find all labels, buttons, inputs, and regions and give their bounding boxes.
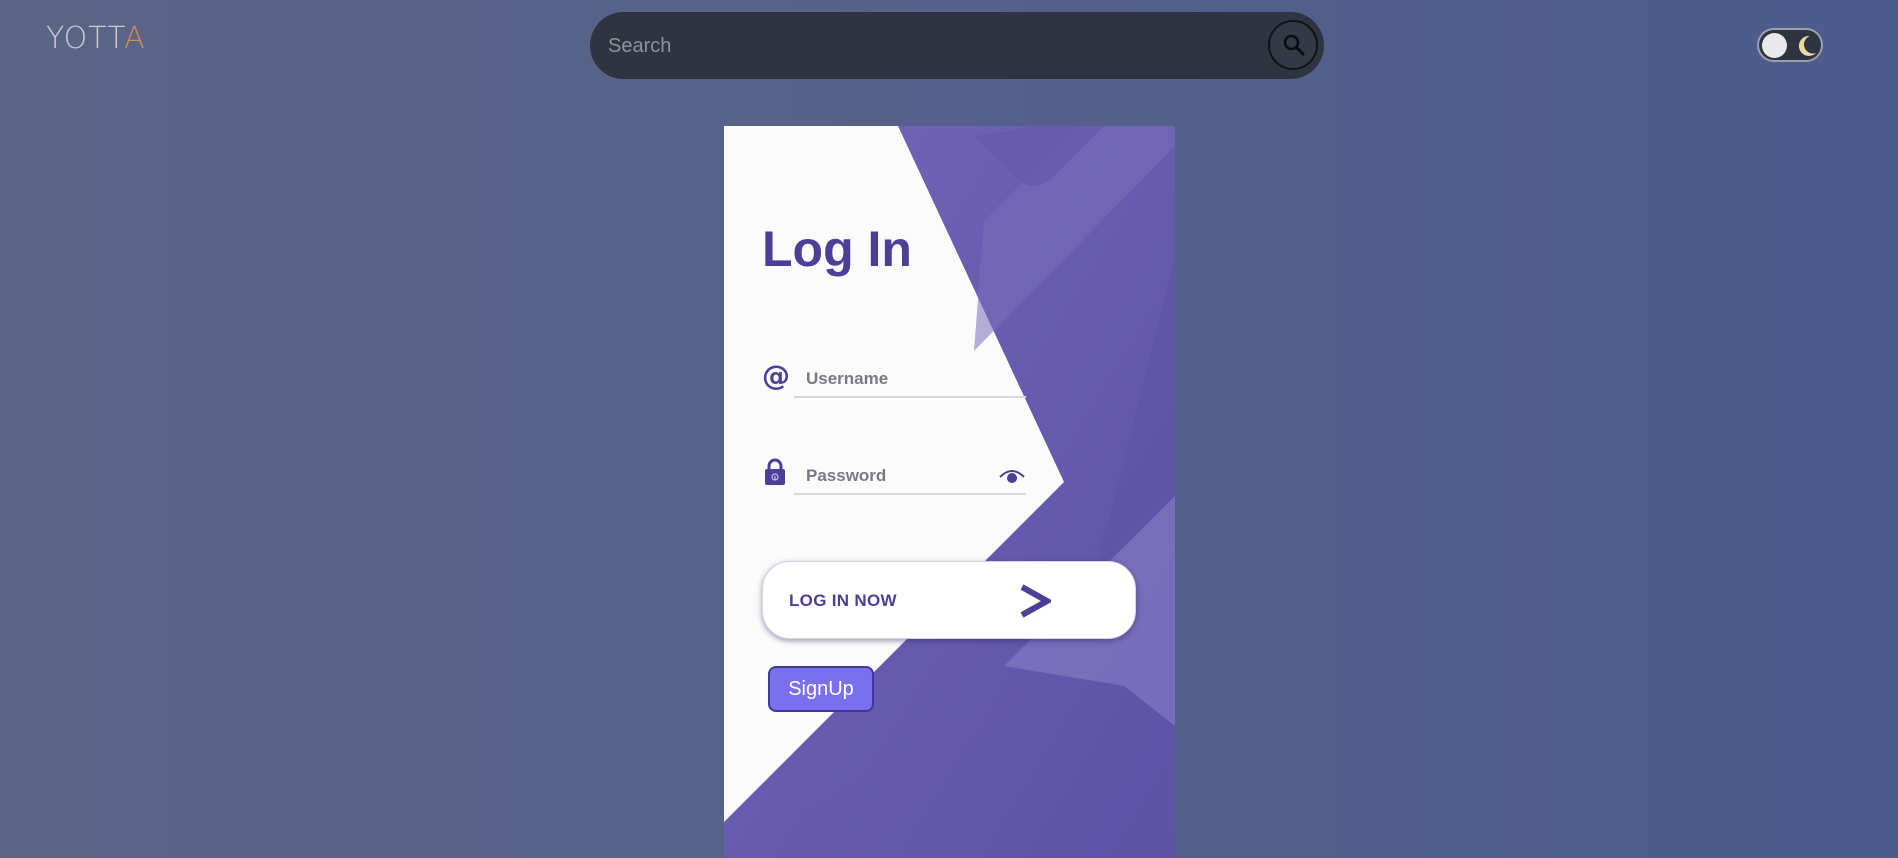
logo-accent-letter: A (124, 21, 146, 56)
username-input[interactable] (794, 362, 1026, 398)
login-card: Log In @ LOG IN NOW SignUp (724, 126, 1175, 858)
search-button[interactable] (1268, 20, 1318, 70)
password-input[interactable] (794, 459, 1026, 495)
password-field (762, 453, 1026, 501)
search-icon (1283, 34, 1305, 56)
toggle-knob (1762, 33, 1787, 58)
svg-text:@: @ (762, 360, 790, 390)
moon-icon (1798, 35, 1816, 56)
logo[interactable]: YOTTA (46, 24, 146, 54)
theme-toggle[interactable] (1757, 28, 1823, 62)
lock-icon (765, 458, 785, 485)
logo-text: YOTT (46, 21, 125, 56)
signup-button[interactable]: SignUp (768, 666, 874, 712)
at-icon: @ (762, 360, 790, 390)
chevron-right-icon (1020, 584, 1051, 618)
eye-icon[interactable] (998, 466, 1026, 486)
page-title: Log In (762, 221, 912, 277)
login-button-label: LOG IN NOW (789, 591, 897, 610)
login-button[interactable]: LOG IN NOW (762, 561, 1136, 639)
search-bar (590, 12, 1324, 81)
search-input[interactable] (606, 12, 1230, 81)
username-field: @ (762, 356, 1026, 404)
